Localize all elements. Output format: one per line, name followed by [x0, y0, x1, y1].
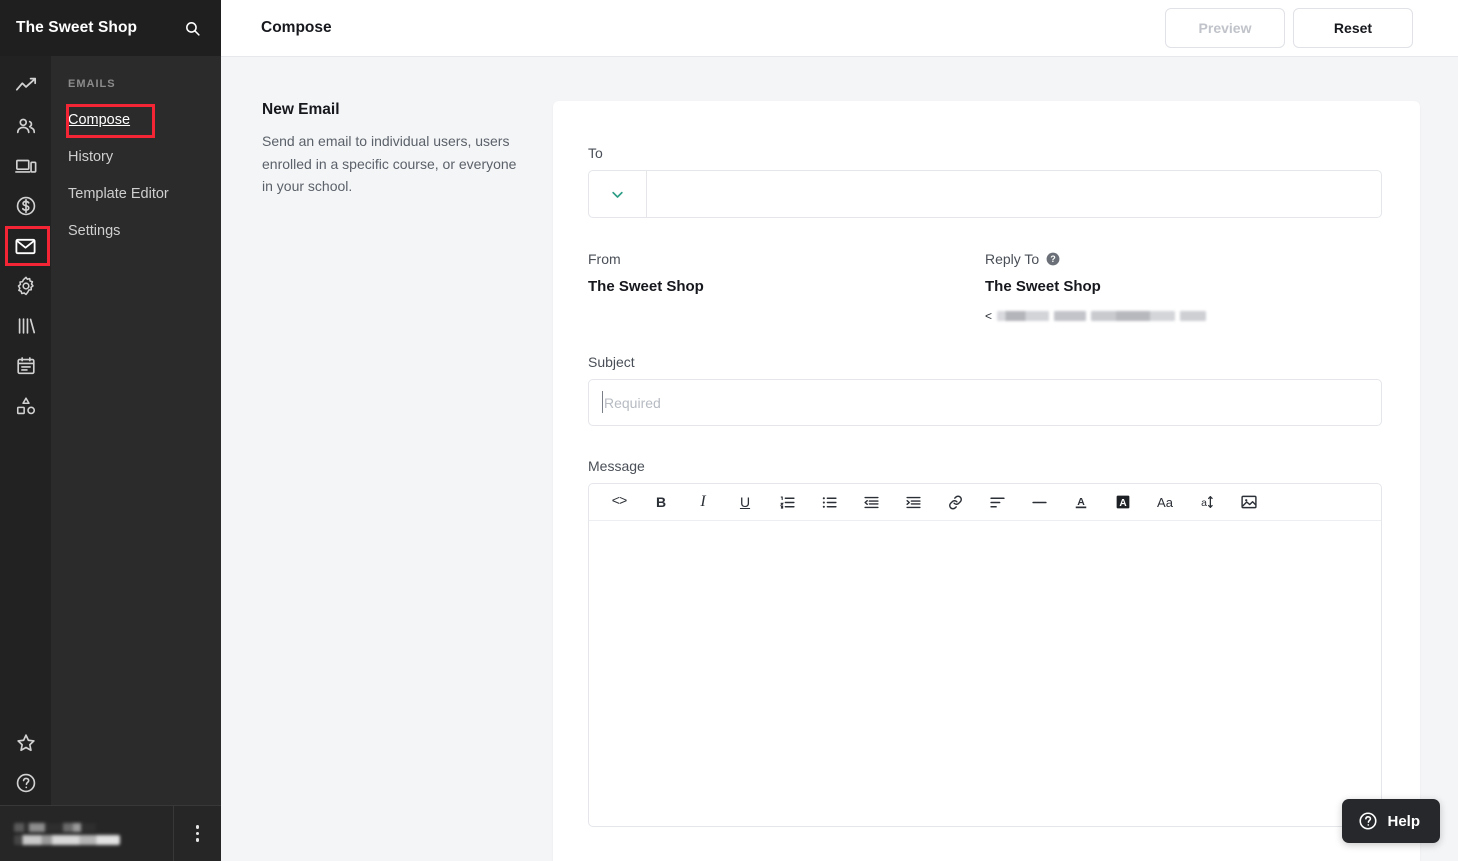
sidebar-item-label: Compose [68, 112, 131, 128]
message-body-input[interactable] [589, 521, 1381, 826]
rail-item-settings[interactable] [6, 266, 46, 306]
subject-field-wrap [588, 379, 1382, 426]
dot [195, 825, 200, 829]
redacted-block [997, 311, 1050, 321]
redacted-block [1054, 311, 1087, 321]
nav-section-label: EMAILS [68, 78, 116, 90]
rail-item-library[interactable] [6, 306, 46, 346]
help-widget-button[interactable]: Help [1342, 799, 1440, 843]
redacted-text-line [14, 822, 96, 832]
sidebar: The Sweet Shop EMAILS Compose History Te… [0, 0, 221, 861]
reset-button[interactable]: Reset [1293, 8, 1413, 48]
sidebar-item-settings[interactable]: Settings [51, 213, 221, 250]
message-label: Message [588, 458, 645, 474]
user-bar [0, 805, 221, 861]
sidebar-item-label: History [68, 149, 114, 165]
dot [195, 831, 200, 836]
more-vertical-icon[interactable] [173, 805, 221, 861]
redacted-block [1091, 311, 1176, 321]
from-label: From [588, 251, 621, 267]
from-replyto-row: From The Sweet Shop Reply To ? The Sweet… [588, 251, 1382, 323]
rail-item-integrations[interactable] [6, 386, 46, 426]
rail-item-emails[interactable] [4, 226, 50, 266]
highlight-color-icon[interactable]: A [1102, 487, 1144, 517]
sidebar-item-label: Settings [68, 223, 121, 239]
reply-to-value: The Sweet Shop [985, 278, 1101, 295]
description-text: Send an email to individual users, users… [262, 133, 517, 194]
user-name-redacted[interactable] [0, 822, 173, 845]
help-circle-icon [1358, 811, 1378, 831]
brand-title: The Sweet Shop [16, 19, 138, 36]
sidebar-body: EMAILS Compose History Template Editor S… [0, 56, 221, 861]
search-icon[interactable] [181, 17, 203, 39]
from-column: From The Sweet Shop [588, 251, 985, 323]
to-label: To [588, 145, 603, 161]
underline-icon[interactable]: U [724, 487, 766, 517]
code-icon[interactable]: <> [598, 487, 640, 517]
preview-button[interactable]: Preview [1165, 8, 1285, 48]
dot [195, 838, 200, 842]
reply-to-column: Reply To ? The Sweet Shop < [985, 251, 1382, 323]
app-root: The Sweet Shop EMAILS Compose History Te… [0, 0, 1458, 861]
outdent-icon[interactable] [850, 487, 892, 517]
from-value: The Sweet Shop [588, 278, 704, 295]
email-bracket: < [985, 309, 993, 323]
svg-text:?: ? [1051, 254, 1056, 264]
sidebar-item-label: Template Editor [68, 186, 169, 202]
reply-to-email-redacted: < [985, 309, 1382, 323]
font-family-icon[interactable]: Aa [1144, 487, 1186, 517]
link-icon[interactable] [934, 487, 976, 517]
rail-item-calendar[interactable] [6, 346, 46, 386]
rail-item-help[interactable] [6, 763, 46, 803]
reply-to-label: Reply To [985, 251, 1040, 267]
font-size-icon[interactable]: a [1186, 487, 1228, 517]
to-type-dropdown[interactable] [588, 170, 646, 218]
text-color-icon[interactable]: A [1060, 487, 1102, 517]
icon-rail [0, 56, 51, 861]
ordered-list-icon[interactable] [766, 487, 808, 517]
page-title: Compose [261, 19, 332, 36]
sidebar-item-template-editor[interactable]: Template Editor [51, 176, 221, 213]
reply-to-label-row: Reply To ? [985, 251, 1382, 267]
help-circle-filled-icon[interactable]: ? [1046, 252, 1060, 266]
svg-text:A: A [1077, 496, 1085, 508]
description-panel: New Email Send an email to individual us… [262, 101, 553, 861]
bold-icon[interactable]: B [640, 487, 682, 517]
image-icon[interactable] [1228, 487, 1270, 517]
message-editor: <> B I U A A Aa a [588, 483, 1382, 827]
redacted-text-line [14, 834, 120, 845]
align-left-icon[interactable] [976, 487, 1018, 517]
brand-bar: The Sweet Shop [0, 0, 221, 56]
horizontal-rule-icon[interactable] [1018, 487, 1060, 517]
svg-text:a: a [1201, 497, 1207, 509]
description-title: New Email [262, 101, 340, 118]
topbar-actions: Preview Reset [1165, 8, 1413, 48]
italic-icon[interactable]: I [682, 487, 724, 517]
nav-panel: EMAILS Compose History Template Editor S… [51, 56, 221, 861]
text-caret [602, 391, 603, 413]
main-area: Compose Preview Reset New Email Send an … [221, 0, 1458, 861]
to-field-row [588, 170, 1382, 218]
indent-icon[interactable] [892, 487, 934, 517]
rail-item-site[interactable] [6, 146, 46, 186]
rail-item-favorites[interactable] [6, 723, 46, 763]
svg-text:A: A [1119, 498, 1127, 509]
help-widget-label: Help [1387, 812, 1420, 830]
rail-item-users[interactable] [6, 106, 46, 146]
to-input[interactable] [646, 170, 1382, 218]
unordered-list-icon[interactable] [808, 487, 850, 517]
sidebar-item-history[interactable]: History [51, 139, 221, 176]
rail-item-analytics[interactable] [6, 66, 46, 106]
content-area: New Email Send an email to individual us… [221, 57, 1458, 861]
editor-toolbar: <> B I U A A Aa a [589, 484, 1381, 521]
top-bar: Compose Preview Reset [221, 0, 1458, 57]
compose-form-card: To From The Sweet Shop Reply To ? The Sw… [553, 101, 1420, 861]
subject-label: Subject [588, 354, 635, 370]
redacted-block [1180, 311, 1207, 321]
subject-input[interactable] [588, 379, 1382, 426]
sidebar-item-compose[interactable]: Compose [51, 102, 221, 139]
rail-item-sales[interactable] [6, 186, 46, 226]
